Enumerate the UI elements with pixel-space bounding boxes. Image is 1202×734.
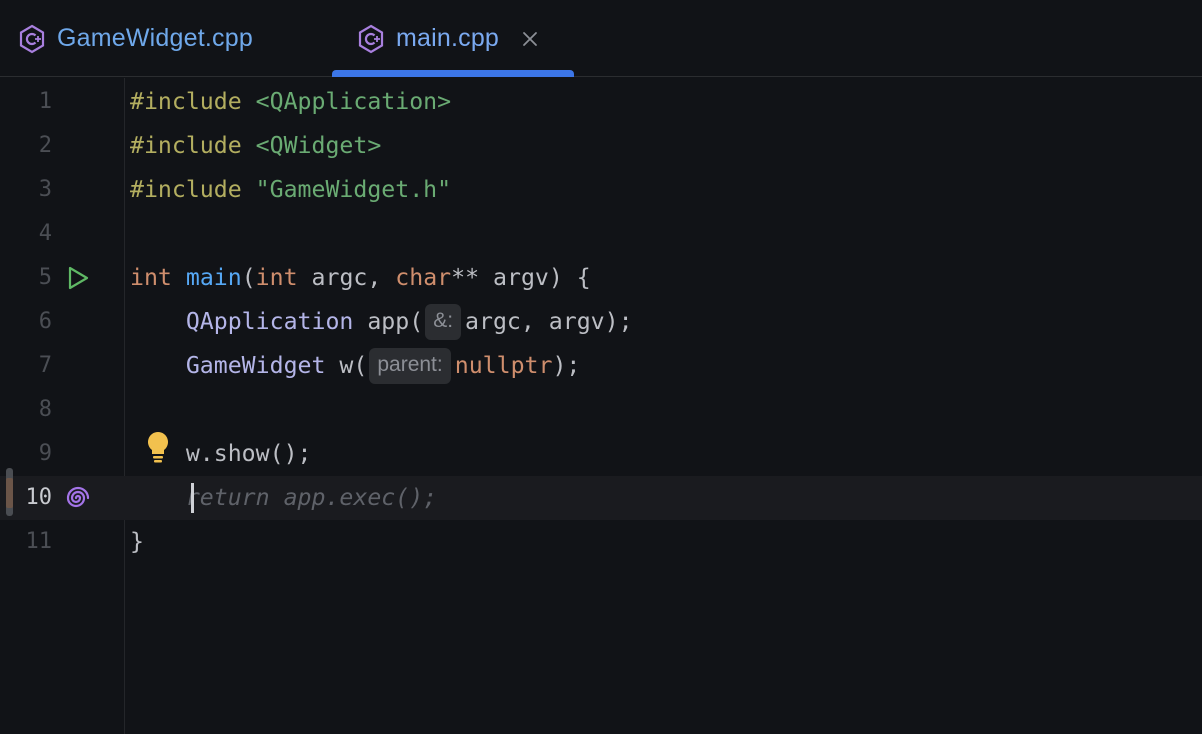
parameter-hint: parent:: [369, 348, 451, 384]
editor-tab-bar: GameWidget.cpp main.cpp: [0, 0, 1202, 77]
include-header: <QWidget>: [255, 132, 382, 159]
keyword: nullptr: [454, 352, 553, 379]
code-editor[interactable]: 1 #include <QApplication> 2 #include <QW…: [0, 78, 1202, 734]
lightbulb-icon[interactable]: [144, 430, 172, 466]
tab-main-cpp[interactable]: main.cpp: [356, 0, 541, 77]
code-text[interactable]: return app.exec();: [130, 476, 437, 520]
line-number: 2: [38, 133, 52, 158]
code-text[interactable]: int main(int argc, char** argv) {: [130, 256, 591, 300]
code-line: 2 #include <QWidget>: [0, 124, 1202, 168]
code-line: 11 }: [0, 520, 1202, 564]
code-line: 9 w.show();: [0, 432, 1202, 476]
code-line: 3 #include "GameWidget.h": [0, 168, 1202, 212]
change-marker-highlight: [6, 478, 13, 508]
cpp-file-icon: [17, 24, 47, 54]
class-name: QApplication: [185, 308, 354, 335]
function-name: main: [185, 264, 242, 291]
line-number: 8: [38, 397, 52, 422]
line-number: 4: [38, 221, 52, 246]
code-text[interactable]: }: [130, 520, 144, 564]
keyword: int: [130, 264, 172, 291]
preprocessor-directive: #include: [130, 132, 242, 159]
class-name: GameWidget: [185, 352, 326, 379]
code-line: 6 QApplication app(&: argc, argv);: [0, 300, 1202, 344]
active-tab-indicator: [332, 70, 574, 77]
code-line-current: 10 return app.exec();: [0, 476, 1202, 520]
line-number: 11: [25, 529, 53, 554]
cpp-file-icon: [356, 24, 386, 54]
keyword: int: [255, 264, 298, 291]
preprocessor-directive: #include: [130, 88, 242, 115]
parameter-hint: &:: [425, 304, 462, 340]
tab-label: main.cpp: [396, 24, 500, 52]
include-header: <QApplication>: [255, 88, 452, 115]
preprocessor-directive: #include: [130, 176, 242, 203]
line-number: 5: [38, 265, 52, 290]
line-number: 6: [38, 309, 52, 334]
text-caret: [191, 483, 194, 513]
tab-label: GameWidget.cpp: [57, 24, 253, 52]
ai-completion-icon[interactable]: [64, 484, 92, 512]
code-text[interactable]: #include "GameWidget.h": [130, 168, 451, 212]
keyword: char: [395, 264, 452, 291]
code-line: 4: [0, 212, 1202, 256]
code-text[interactable]: #include <QApplication>: [130, 80, 451, 124]
include-header: "GameWidget.h": [255, 176, 452, 203]
close-icon[interactable]: [519, 28, 541, 50]
tab-gamewidget-cpp[interactable]: GameWidget.cpp: [17, 0, 253, 77]
code-text[interactable]: QApplication app(&: argc, argv);: [130, 300, 633, 344]
run-icon[interactable]: [64, 264, 92, 292]
inline-completion-suggestion[interactable]: return app.exec();: [186, 484, 437, 511]
code-line: 7 GameWidget w(parent: nullptr);: [0, 344, 1202, 388]
line-number: 1: [38, 89, 52, 114]
line-number: 7: [38, 353, 52, 378]
code-line: 8: [0, 388, 1202, 432]
code-text[interactable]: GameWidget w(parent: nullptr);: [130, 344, 580, 388]
code-text[interactable]: #include <QWidget>: [130, 124, 381, 168]
line-number: 3: [38, 177, 52, 202]
code-line: 1 #include <QApplication>: [0, 80, 1202, 124]
code-line: 5 int main(int argc, char** argv) {: [0, 256, 1202, 300]
